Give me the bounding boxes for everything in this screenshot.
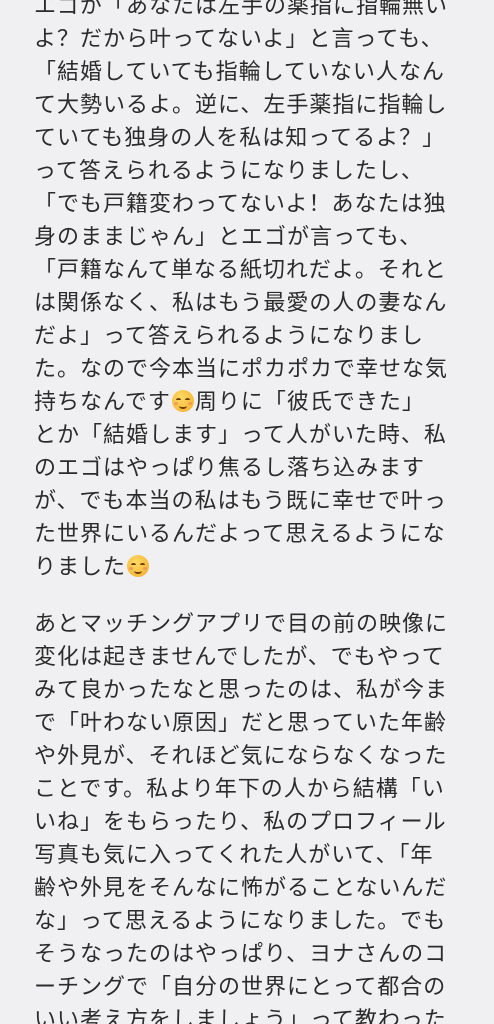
text-line: 写真も気に入ってくれた人がいて、「年: [34, 843, 434, 868]
text-line: や外見が、それほど気にならなくなった: [34, 744, 448, 769]
text-segment: 持ちなんです: [34, 390, 171, 415]
text-line-with-emoji: りました: [34, 551, 474, 584]
text-line: が、でも本当の私はもう既に幸せで叶っ: [34, 489, 447, 514]
text-segment: 周りに「彼氏できた」: [194, 390, 425, 415]
text-line: ーチングで「自分の世界にとって都合の: [34, 975, 447, 1000]
paragraph-1: エゴが「あなたは左手の薬指に指輪無い よ？だから叶ってないよ」と言っても、 「結…: [34, 0, 474, 584]
text-line-with-emoji: 持ちなんです 周りに「彼氏できた」: [34, 386, 474, 419]
text-line: 齢や外見をそんなに怖がることないんだ: [34, 876, 448, 901]
text-line: 身のままじゃん」とエゴが言っても、: [34, 225, 423, 250]
paragraph-2: あとマッチングアプリで目の前の映像に 変化は起きませんでしたが、でもやって みて…: [34, 608, 474, 1024]
text-line: エゴが「あなたは左手の薬指に指輪無い: [34, 0, 449, 19]
text-line: とか「結婚します」って人がいた時、私: [34, 423, 447, 448]
text-line: って答えられるようになりましたし、: [34, 159, 424, 184]
text-line: のエゴはやっぱり焦るし落ち込みます: [34, 456, 426, 481]
text-line: あとマッチングアプリで目の前の映像に: [34, 612, 449, 637]
text-line: だよ」って答えられるようになりまし: [34, 324, 424, 349]
text-segment: りました: [34, 555, 127, 580]
text-line: 「戸籍なんて単なる紙切れだよ。それと: [34, 258, 447, 283]
smiling-face-icon: [127, 555, 150, 577]
message-page: エゴが「あなたは左手の薬指に指輪無い よ？だから叶ってないよ」と言っても、 「結…: [0, 0, 494, 1024]
text-line: で「叶わない原因」だと思っていた年齢: [34, 711, 447, 736]
text-line: た世界にいるんだよって思えるようにな: [34, 522, 446, 547]
text-line: 「でも戸籍変わってないよ！あなたは独: [34, 192, 447, 217]
text-line: な」って思えるようになりました。でも: [34, 909, 447, 934]
text-line: て大勢いるよ。逆に、左手薬指に指輪し: [34, 93, 448, 118]
text-line: ことです。私より年下の人から結構「い: [34, 777, 445, 802]
text-line: みて良かったなと思ったのは、私が今ま: [34, 678, 449, 703]
text-line: いい考え方をしましょう」って教わった: [34, 1008, 447, 1024]
smiling-face-icon: [171, 390, 194, 412]
text-line: た。なので今本当にポカポカで幸せな気: [34, 357, 449, 382]
text-line: は関係なく、私はもう最愛の人の妻なん: [34, 291, 448, 316]
text-line: ていても独身の人を私は知ってるよ？」: [34, 126, 446, 151]
text-line: よ？だから叶ってないよ」と言っても、: [34, 27, 444, 52]
text-line: 「結婚していても指輪していない人なん: [34, 60, 445, 85]
text-line: そうなったのはやっぱり、ヨナさんのコ: [34, 942, 448, 967]
text-line: いね」をもらったり、私のプロフィール: [34, 810, 447, 835]
text-line: 変化は起きませんでしたが、でもやって: [34, 645, 445, 670]
